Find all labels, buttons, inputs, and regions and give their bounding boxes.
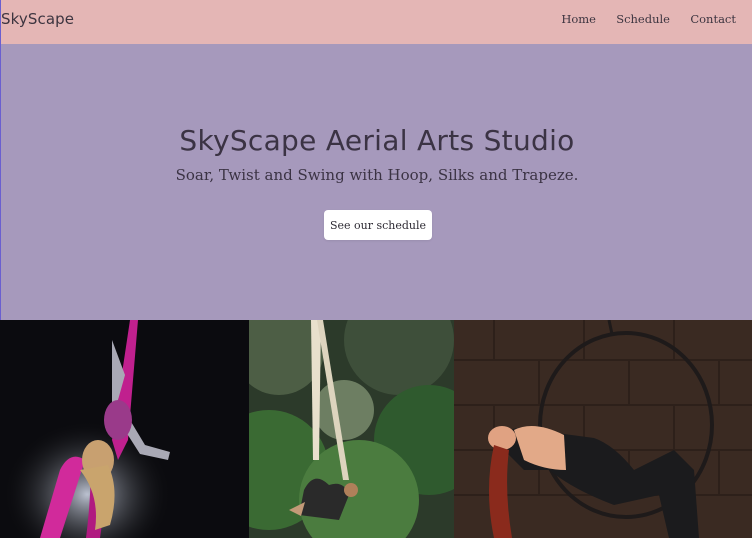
aerial-rope-photo: [249, 320, 454, 538]
nav-link-schedule[interactable]: Schedule: [616, 12, 670, 26]
hero-section: SkyScape Aerial Arts Studio Soar, Twist …: [0, 44, 752, 320]
photo-gallery: [0, 320, 752, 538]
brand-logo[interactable]: SkyScape: [1, 10, 74, 28]
see-schedule-button[interactable]: See our schedule: [324, 210, 432, 240]
aerial-silks-photo: [0, 320, 249, 538]
hero-title: SkyScape Aerial Arts Studio: [179, 124, 575, 157]
nav-link-home[interactable]: Home: [561, 12, 596, 26]
nav-link-contact[interactable]: Contact: [690, 12, 736, 26]
hero-subtitle: Soar, Twist and Swing with Hoop, Silks a…: [175, 166, 579, 184]
aerial-hoop-photo: [454, 320, 752, 538]
navbar: SkyScape Home Schedule Contact: [0, 0, 752, 44]
